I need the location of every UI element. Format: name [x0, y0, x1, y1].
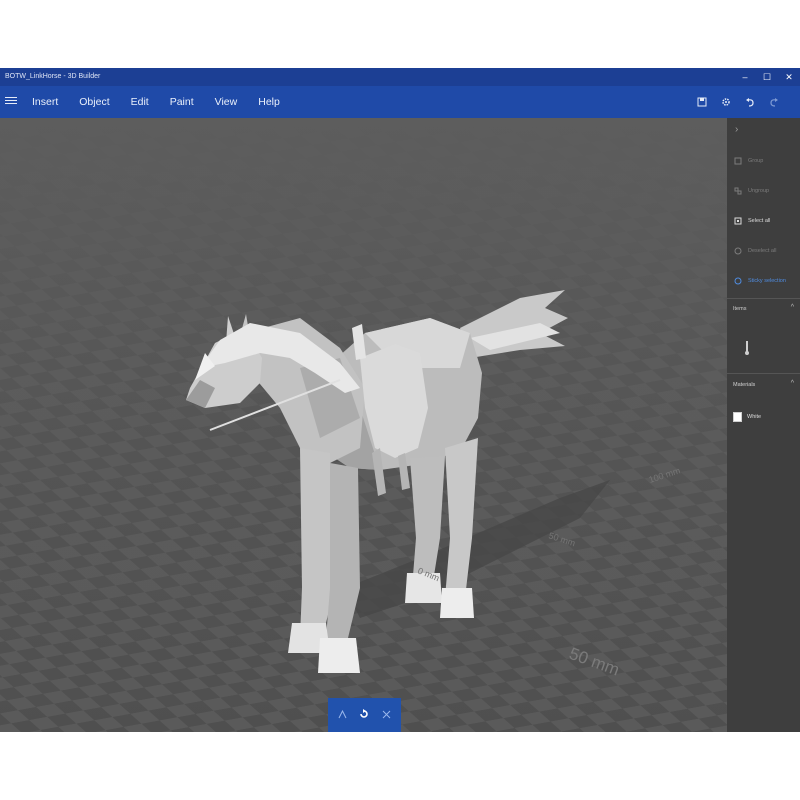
quick-toolbar	[690, 86, 786, 118]
deselect-all-icon	[733, 246, 743, 256]
select-all-action[interactable]: Select all	[733, 214, 770, 228]
main-menu: Insert Object Edit Paint View Help	[32, 86, 301, 118]
app-window: BOTW_LinkHorse - 3D Builder – ☐ ✕ Insert…	[0, 68, 800, 732]
panel-divider-2	[727, 373, 800, 374]
minimize-button[interactable]: –	[734, 68, 756, 86]
material-white[interactable]: White	[733, 410, 761, 424]
sticky-selection-action[interactable]: Sticky selection	[733, 274, 786, 288]
undo-icon[interactable]	[738, 90, 762, 114]
settings-icon[interactable]	[714, 90, 738, 114]
rotate-icon[interactable]	[356, 706, 372, 722]
material-swatch	[733, 412, 742, 422]
move-icon[interactable]	[334, 706, 350, 722]
maximize-button[interactable]: ☐	[756, 68, 778, 86]
select-all-label: Select all	[748, 218, 771, 224]
redo-icon[interactable]	[762, 90, 786, 114]
panel-divider	[727, 298, 800, 299]
hamburger-menu-icon[interactable]	[5, 95, 17, 107]
group-label: Group	[748, 158, 764, 164]
menu-paint[interactable]: Paint	[170, 86, 194, 118]
scale-icon[interactable]	[378, 706, 394, 722]
deselect-all-action[interactable]: Deselect all	[733, 244, 776, 258]
deselect-all-label: Deselect all	[748, 248, 777, 254]
select-all-icon	[733, 216, 743, 226]
window-controls: – ☐ ✕	[734, 68, 800, 86]
menu-view[interactable]: View	[215, 86, 238, 118]
close-button[interactable]: ✕	[778, 68, 800, 86]
menu-object[interactable]: Object	[79, 86, 109, 118]
save-icon[interactable]	[690, 90, 714, 114]
materials-header: Materials	[733, 382, 756, 388]
ungroup-action[interactable]: Ungroup	[733, 184, 769, 198]
items-collapse-chevron-icon[interactable]: ^	[791, 304, 794, 311]
title-bar: BOTW_LinkHorse - 3D Builder – ☐ ✕	[0, 68, 800, 86]
menu-insert[interactable]: Insert	[32, 86, 58, 118]
group-icon	[733, 156, 743, 166]
materials-collapse-chevron-icon[interactable]: ^	[791, 380, 794, 387]
item-thumbnail-icon[interactable]	[743, 340, 751, 358]
transform-control-box: 0 deg	[328, 698, 401, 732]
sticky-selection-label: Sticky selection	[748, 278, 786, 284]
side-panel: › Group Ungroup Select all Deselect all …	[727, 118, 800, 732]
3d-viewport[interactable]: 100 mm 50 mm 0 mm 50 mm 0 deg	[0, 118, 727, 732]
ungroup-icon	[733, 186, 743, 196]
material-label: White	[747, 414, 762, 420]
items-header: Items	[733, 306, 747, 312]
group-action[interactable]: Group	[733, 154, 763, 168]
collapse-panel-chevron-icon[interactable]: ›	[735, 124, 738, 135]
window-title: BOTW_LinkHorse - 3D Builder	[5, 73, 101, 80]
menu-bar: Insert Object Edit Paint View Help	[0, 86, 800, 118]
ungroup-label: Ungroup	[748, 188, 770, 194]
menu-edit[interactable]: Edit	[131, 86, 149, 118]
scene-canvas: 100 mm 50 mm 0 mm 50 mm	[0, 118, 727, 732]
sticky-selection-icon	[733, 276, 743, 286]
menu-help[interactable]: Help	[258, 86, 280, 118]
